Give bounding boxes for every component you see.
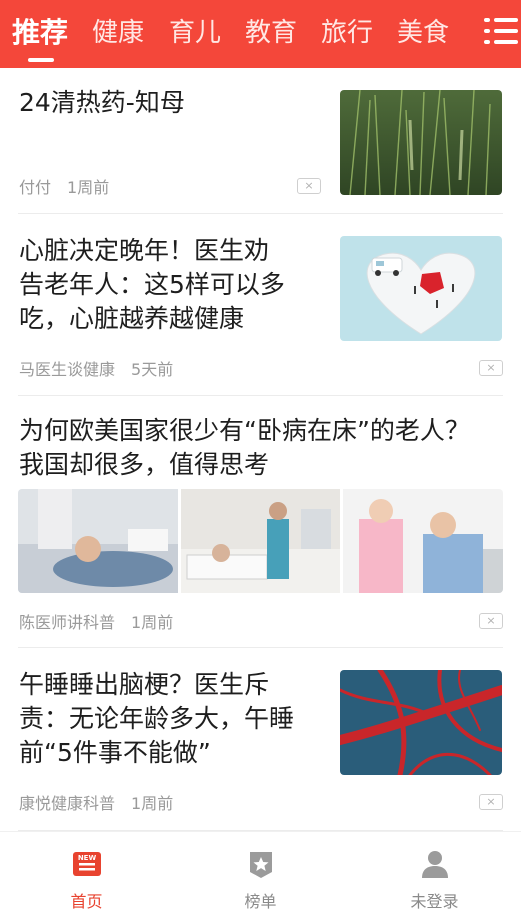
bottom-nav: NEW 首页 榜单 未登录 [0, 831, 521, 911]
dismiss-button[interactable]: × [297, 178, 321, 194]
article-card[interactable]: 为何欧美国家很少有“卧病在床”的老人？ 我国却很多，值得思考 陈医师讲科普 1周… [0, 396, 521, 648]
article-time: 1周前 [131, 613, 174, 632]
user-icon [422, 851, 448, 878]
article-image-2[interactable] [181, 489, 340, 593]
news-icon: NEW [73, 852, 101, 876]
nav-ranking-label: 榜单 [244, 892, 277, 911]
article-title[interactable]: 24清热药-知母 [19, 86, 185, 120]
article-author: 康悦健康科普 [19, 794, 116, 813]
nav-profile-label: 未登录 [410, 892, 459, 911]
article-card[interactable]: 午睡睡出脑梗？医生斥 责：无论年龄多大，午睡 前“5件事不能做” 康悦健康科普 1… [0, 648, 521, 831]
nurse-ward-image [181, 489, 340, 593]
article-thumbnail[interactable] [340, 670, 502, 775]
article-meta: 付付 1周前 [19, 174, 109, 198]
nav-home[interactable]: NEW 首页 [0, 832, 173, 911]
grass-image [340, 90, 502, 195]
heart-puzzle-image [340, 236, 502, 341]
nav-profile[interactable]: 未登录 [348, 832, 521, 911]
article-author: 付付 [19, 178, 52, 197]
star-badge-icon [250, 852, 272, 878]
tab-travel[interactable]: 旅行 [321, 15, 373, 51]
article-card[interactable]: 24清热药-知母 付付 1周前 × [0, 68, 521, 214]
article-meta: 康悦健康科普 1周前 [19, 790, 173, 814]
news-feed[interactable]: 24清热药-知母 付付 1周前 × 心脏决定晚年！医生劝 告老年人：这5样可以多… [0, 68, 521, 831]
nav-ranking[interactable]: 榜单 [174, 832, 347, 911]
article-image-3[interactable] [343, 489, 503, 593]
article-time: 1周前 [67, 178, 110, 197]
patient-bed-image [18, 489, 178, 593]
article-card[interactable]: 心脏决定晚年！医生劝 告老年人：这5样可以多 吃，心脏越养越健康 马医生谈健康 5… [0, 214, 521, 396]
article-meta: 马医生谈健康 5天前 [19, 356, 173, 380]
dismiss-button[interactable]: × [479, 794, 503, 810]
article-title[interactable]: 为何欧美国家很少有“卧病在床”的老人？ 我国却很多，值得思考 [19, 414, 504, 482]
menu-icon[interactable] [484, 16, 518, 48]
article-meta: 陈医师讲科普 1周前 [19, 609, 173, 633]
article-thumbnail[interactable] [340, 90, 502, 195]
article-thumbnail[interactable] [340, 236, 502, 341]
dismiss-button[interactable]: × [479, 360, 503, 376]
tab-health[interactable]: 健康 [92, 15, 144, 51]
article-author: 马医生谈健康 [19, 360, 116, 379]
top-header: 推荐 健康 育儿 教育 旅行 美食 [0, 0, 521, 68]
article-time: 1周前 [131, 794, 174, 813]
article-time: 5天前 [131, 360, 174, 379]
tab-education[interactable]: 教育 [245, 15, 297, 51]
tab-parenting[interactable]: 育儿 [169, 15, 221, 51]
svg-text:NEW: NEW [78, 854, 97, 862]
nav-home-label: 首页 [70, 892, 103, 911]
article-title[interactable]: 午睡睡出脑梗？医生斥 责：无论年龄多大，午睡 前“5件事不能做” [19, 668, 329, 770]
article-title[interactable]: 心脏决定晚年！医生劝 告老年人：这5样可以多 吃，心脏越养越健康 [19, 234, 319, 336]
category-tabs: 推荐 健康 育儿 教育 旅行 美食 [0, 0, 470, 68]
active-tab-indicator [28, 58, 54, 62]
tab-recommend[interactable]: 推荐 [12, 15, 68, 51]
article-author: 陈医师讲科普 [19, 613, 116, 632]
tab-food[interactable]: 美食 [397, 15, 449, 51]
article-image-1[interactable] [18, 489, 178, 593]
dismiss-button[interactable]: × [479, 613, 503, 629]
blood-vessels-image [340, 670, 502, 775]
nurse-elder-image [343, 489, 503, 593]
